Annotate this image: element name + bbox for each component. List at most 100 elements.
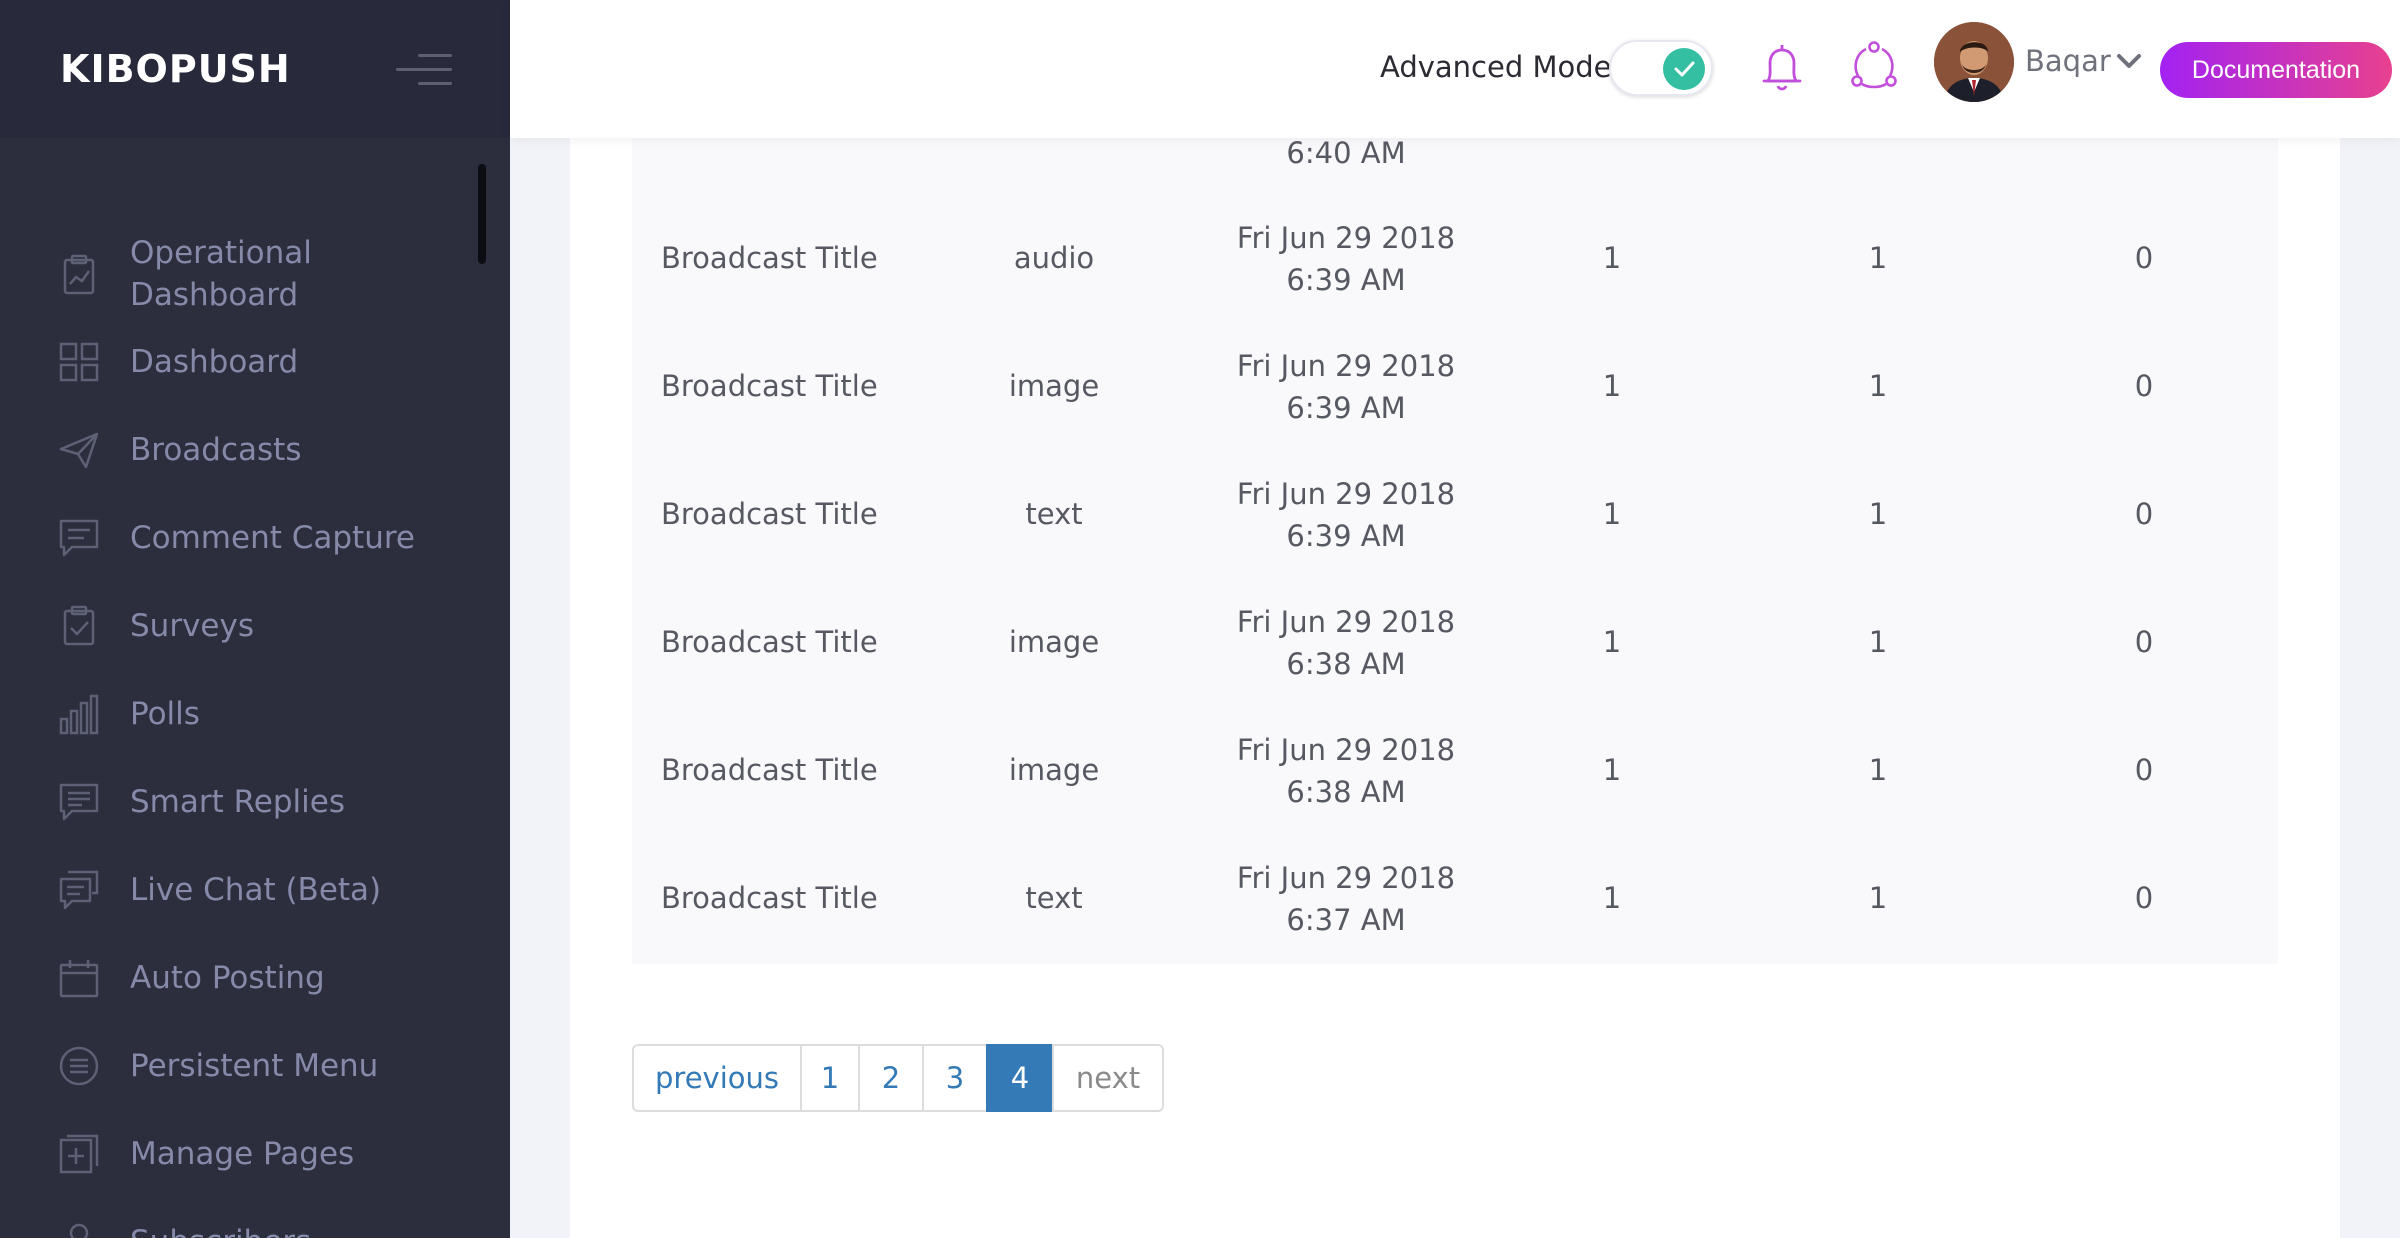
sidebar-item-broadcasts[interactable]: Broadcasts (0, 429, 470, 471)
table-cell-value: 1 (1868, 753, 1888, 787)
table-cell-value: 1 (1602, 241, 1622, 275)
table-cell-time: 6:38 AM (1286, 775, 1406, 809)
network-icon[interactable] (1848, 40, 1900, 92)
table-cell-time: 6:38 AM (1286, 647, 1406, 681)
table-cell-value: 0 (2134, 241, 2154, 275)
toggle-knob (1663, 48, 1705, 90)
table-cell-value: 1 (1868, 241, 1888, 275)
table-cell-type: image (1008, 753, 1100, 787)
comment-icon (59, 519, 99, 557)
sidebar-item-manage-pages[interactable]: Manage Pages (0, 1133, 470, 1175)
sidebar-item-label: Live Chat (Beta) (130, 872, 382, 908)
bell-icon[interactable] (1759, 42, 1805, 94)
table-cell-value: 1 (1868, 881, 1888, 915)
table-cell-value: 0 (2134, 625, 2154, 659)
brand-bar: KIBOPUSH (0, 0, 510, 138)
table-cell-value: 1 (1602, 369, 1622, 403)
sidebar-item-operational-dashboard[interactable]: Operational Dashboard (0, 232, 470, 316)
sidebar-item-label: Auto Posting (130, 960, 325, 996)
table-cell-value: 1 (1868, 625, 1888, 659)
table-cell-type: text (1025, 881, 1083, 915)
chat-bubbles-icon (59, 870, 99, 910)
table-cell-value: 1 (1868, 369, 1888, 403)
pagination-current-page[interactable]: 4 (986, 1044, 1054, 1112)
calendar-icon (59, 960, 99, 998)
table-cell-value: 1 (1868, 497, 1888, 531)
sidebar-item-subscribers[interactable]: Subscribers (0, 1221, 470, 1238)
sidebar-item-label: Surveys (130, 608, 254, 644)
table-cell-type: image (1008, 625, 1100, 659)
table-cell-value: 1 (1602, 625, 1622, 659)
sidebar-item-label: Persistent Menu (130, 1048, 379, 1084)
sidebar-item-comment-capture[interactable]: Comment Capture (0, 517, 470, 559)
table-cell-time: 6:39 AM (1286, 519, 1406, 553)
table-cell-value: 0 (2134, 369, 2154, 403)
sidebar-item-label: Dashboard (130, 344, 299, 380)
table-cell-type: text (1025, 497, 1083, 531)
sidebar-item-live-chat[interactable]: Live Chat (Beta) (0, 869, 470, 911)
chevron-down-icon[interactable] (2116, 48, 2142, 74)
table-cell-date: Fri Jun 29 2018 (1236, 605, 1456, 639)
table-cell-value: 0 (2134, 753, 2154, 787)
documentation-button[interactable]: Documentation (2160, 42, 2392, 98)
table-cell-title: Broadcast Title (661, 369, 878, 403)
table-cell-value: 1 (1602, 497, 1622, 531)
table-cell-date: Fri Jun 29 2018 (1236, 861, 1456, 895)
sidebar-item-smart-replies[interactable]: Smart Replies (0, 781, 470, 823)
table-cell-date: Fri Jun 29 2018 (1236, 221, 1456, 255)
chat-lines-icon (59, 783, 99, 821)
menu-toggle-icon[interactable] (396, 52, 452, 88)
table-cell-time: 6:39 AM (1286, 263, 1406, 297)
table-cell-date: Fri Jun 29 2018 (1236, 733, 1456, 767)
sidebar-item-label: Subscribers (130, 1221, 440, 1238)
sidebar-item-label: Manage Pages (130, 1136, 355, 1172)
paper-plane-icon (59, 432, 99, 469)
pagination-next-button[interactable]: next (1052, 1044, 1164, 1112)
clipboard-chart-icon (63, 254, 95, 295)
pagination-page-button[interactable]: 2 (858, 1044, 924, 1112)
pagination-page-button[interactable]: 1 (800, 1044, 860, 1112)
table-cell-title: Broadcast Title (661, 881, 878, 915)
add-page-icon (59, 1134, 99, 1174)
table-cell-type: audio (1013, 241, 1095, 275)
user-avatar[interactable] (1934, 22, 2014, 102)
sidebar-item-label: Operational Dashboard (130, 235, 312, 313)
sidebar-item-dashboard[interactable]: Dashboard (0, 341, 470, 383)
sidebar-item-label: Smart Replies (130, 784, 345, 820)
sidebar-item-auto-posting[interactable]: Auto Posting (0, 957, 470, 999)
list-circle-icon (59, 1046, 99, 1086)
sidebar: KIBOPUSH Operational Dashboard Dashboard (0, 0, 510, 1238)
table-cell-title: Broadcast Title (661, 497, 878, 531)
pagination-previous-button[interactable]: previous (632, 1044, 802, 1112)
sidebar-scrollbar[interactable] (478, 164, 486, 264)
table-cell-value: 1 (1602, 881, 1622, 915)
sidebar-item-polls[interactable]: Polls (0, 693, 470, 735)
sidebar-item-surveys[interactable]: Surveys (0, 605, 470, 647)
check-icon (1674, 61, 1695, 77)
table-cell-value: 0 (2134, 881, 2154, 915)
table-cell-time: 6:39 AM (1286, 391, 1406, 425)
table-cell-value: 1 (1602, 753, 1622, 787)
table-cell-value: 0 (2134, 497, 2154, 531)
pagination-page-button[interactable]: 3 (922, 1044, 988, 1112)
sidebar-item-label: Polls (130, 696, 200, 732)
table-cell-type: image (1008, 369, 1100, 403)
sidebar-item-label: Comment Capture (130, 520, 415, 556)
user-icon (69, 1223, 89, 1238)
top-header: Advanced Mode Baqar Documentation (510, 0, 2400, 138)
clipboard-check-icon (63, 605, 95, 646)
table-cell-time: 6:37 AM (1286, 903, 1406, 937)
user-name[interactable]: Baqar (2025, 44, 2111, 78)
advanced-mode-toggle[interactable] (1609, 40, 1713, 96)
pagination: previous 1 2 3 4 next (632, 1044, 1164, 1112)
sidebar-item-persistent-menu[interactable]: Persistent Menu (0, 1045, 470, 1087)
table-cell-time: 6:40 AM (1286, 136, 1406, 170)
table-cell-date: Fri Jun 29 2018 (1236, 477, 1456, 511)
bar-chart-icon (59, 694, 99, 735)
grid-icon (59, 342, 99, 382)
table-cell-title: Broadcast Title (661, 753, 878, 787)
avatar-image (1934, 22, 2014, 102)
table-cell-title: Broadcast Title (661, 241, 878, 275)
brand-logo: KIBOPUSH (60, 47, 291, 91)
table-cell-title: Broadcast Title (661, 625, 878, 659)
